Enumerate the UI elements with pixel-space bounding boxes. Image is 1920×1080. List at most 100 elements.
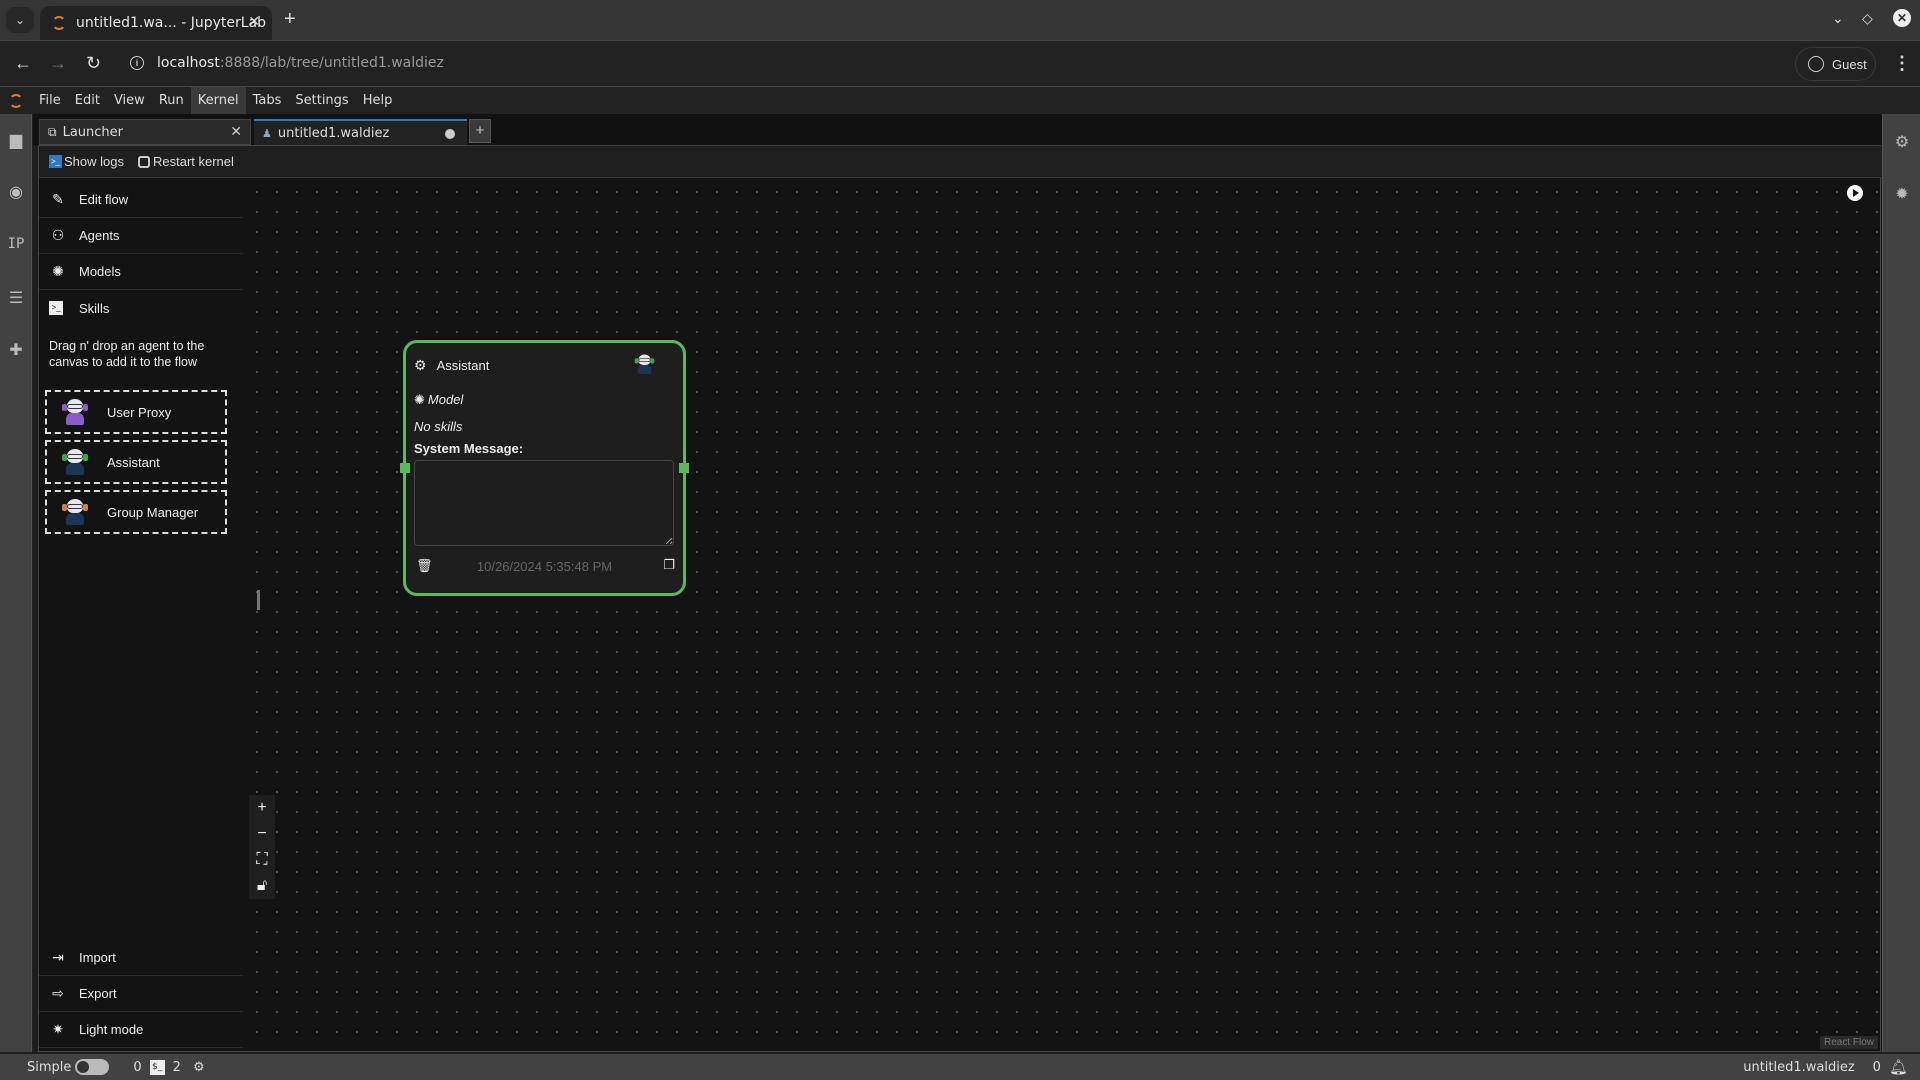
editor-toolbar: >_ Show logs Restart kernel <box>39 146 1882 178</box>
settings-gears-icon[interactable]: ⚙ <box>1883 132 1920 152</box>
node-header: ⚙ Assistant <box>414 357 489 374</box>
fit-view-button[interactable]: ⛶ <box>249 847 275 873</box>
sidebar-item-label: Light mode <box>79 1022 144 1037</box>
add-tab-button[interactable]: + <box>469 119 491 143</box>
agent-label: Group Manager <box>107 504 199 520</box>
menu-file[interactable]: File <box>32 87 68 115</box>
show-logs-button[interactable]: >_ Show logs <box>49 154 124 169</box>
drag-hint-text: Drag n' drop an agent to the canvas to a… <box>49 339 205 369</box>
sidebar-item-export[interactable]: ⇨ Export <box>39 976 243 1012</box>
edit-icon: ✎ <box>52 191 64 207</box>
sidebar-item-label: Models <box>79 264 121 279</box>
openai-icon: ✺ <box>52 263 64 279</box>
run-flow-button[interactable] <box>1847 185 1863 201</box>
restart-kernel-button[interactable]: Restart kernel <box>137 154 234 169</box>
zoom-out-button[interactable]: − <box>249 821 275 847</box>
export-icon: ⇨ <box>52 985 64 1001</box>
tab-launcher[interactable]: ⧉ Launcher ✕ <box>39 119 251 145</box>
minimize-button[interactable]: ⌄ <box>1832 10 1844 27</box>
flow-canvas[interactable]: ⚙ Assistant ✺ Model No skills System Mess… <box>243 178 1880 1051</box>
sun-icon: ✷ <box>52 1021 64 1037</box>
close-tab-icon[interactable]: ✕ <box>248 14 260 30</box>
dock-tabbar: ⧉ Launcher ✕ ♟ untitled1.waldiez + <box>33 114 1882 145</box>
bell-icon[interactable]: 🔔︎ <box>1889 1058 1908 1076</box>
url-path: :8888/lab/tree/untitled1.waldiez <box>219 55 444 71</box>
node-source-handle[interactable] <box>679 463 689 473</box>
sidebar-item-label: Agents <box>79 228 120 243</box>
canvas-controls: + − ⛶ 🔓︎ <box>249 795 275 899</box>
system-message-label: System Message: <box>414 441 524 456</box>
menu-help[interactable]: Help <box>356 87 400 115</box>
debugger-bug-icon[interactable]: ✹ <box>1883 184 1920 204</box>
status-bar: Simple 0 $_ 2 ⚙ untitled1.waldiez 0 🔔︎ <box>0 1054 1920 1080</box>
resize-handle[interactable] <box>257 590 260 610</box>
kernel-count[interactable]: 0 <box>133 1060 141 1075</box>
menu-settings[interactable]: Settings <box>288 87 355 115</box>
sidebar-item-agents[interactable]: ⚇ Agents <box>39 218 243 254</box>
node-skills: No skills <box>414 419 463 434</box>
maximize-button[interactable]: ◇ <box>1862 10 1873 27</box>
menu-tabs[interactable]: Tabs <box>246 87 289 115</box>
sidebar-item-skills[interactable]: >_ Skills <box>39 290 243 326</box>
agent-label: User Proxy <box>107 404 172 420</box>
profile-button[interactable]: Guest <box>1795 47 1876 81</box>
table-of-contents-icon[interactable]: ☰ <box>0 288 32 308</box>
node-model: ✺ Model <box>414 392 463 408</box>
browser-menu-button[interactable]: ⋮ <box>1893 53 1911 74</box>
site-info-icon[interactable]: i <box>130 56 144 70</box>
forward-button[interactable]: → <box>49 53 67 74</box>
address-bar: ← → ↻ i localhost:8888/lab/tree/untitled… <box>0 40 1920 86</box>
launcher-icon: ⧉ <box>48 124 57 139</box>
react-flow-attribution[interactable]: React Flow <box>1819 1036 1878 1049</box>
sidebar-item-light-mode[interactable]: ✷ Light mode <box>39 1012 243 1048</box>
folder-icon[interactable]: ▆ <box>0 130 32 150</box>
sidebar-item-import[interactable]: ⇥ Import <box>39 940 243 976</box>
restart-kernel-label: Restart kernel <box>152 154 234 169</box>
sidebar-item-models[interactable]: ✺ Models <box>39 254 243 290</box>
chevron-down-icon: ⌄ <box>14 13 26 27</box>
unsaved-indicator-icon[interactable] <box>445 129 455 139</box>
close-tab-icon[interactable]: ✕ <box>230 124 242 140</box>
zoom-in-button[interactable]: + <box>249 795 275 821</box>
draggable-agent-group-manager[interactable]: Group Manager <box>45 490 227 534</box>
menu-edit[interactable]: Edit <box>68 87 107 115</box>
url-field[interactable]: localhost:8888/lab/tree/untitled1.waldie… <box>157 55 444 71</box>
copy-node-icon[interactable]: ❐ <box>663 557 675 573</box>
menu-kernel[interactable]: Kernel <box>190 86 246 115</box>
tab-waldiez-file[interactable]: ♟ untitled1.waldiez <box>254 119 467 145</box>
loading-icon <box>52 16 66 30</box>
browser-tab-title: untitled1.wa... - JupyterLab <box>76 15 266 31</box>
back-button[interactable]: ← <box>14 53 32 74</box>
browser-tab[interactable]: untitled1.wa... - JupyterLab ✕ <box>40 6 272 40</box>
node-target-handle[interactable] <box>400 463 410 473</box>
notification-count: 0 <box>1872 1059 1881 1075</box>
delete-node-icon[interactable]: 🗑 <box>416 558 433 574</box>
new-tab-button[interactable]: + <box>284 8 296 31</box>
system-message-input[interactable] <box>414 460 674 546</box>
tab-search-button[interactable]: ⌄ <box>6 7 34 33</box>
sidebar-item-label: Import <box>79 950 116 965</box>
agent-node-assistant[interactable]: ⚙ Assistant ✺ Model No skills System Mess… <box>400 340 689 596</box>
property-inspector-icon[interactable]: IP <box>0 236 32 252</box>
reload-button[interactable]: ↻ <box>86 53 101 74</box>
menu-view[interactable]: View <box>107 87 152 115</box>
sidebar-item-edit-flow[interactable]: ✎ Edit flow <box>39 182 243 218</box>
extensions-puzzle-icon[interactable]: ✚ <box>0 340 32 360</box>
draggable-agent-user-proxy[interactable]: User Proxy <box>45 390 227 434</box>
sidebar-item-label: Edit flow <box>79 192 129 207</box>
browser-tabstrip: ⌄ untitled1.wa... - JupyterLab ✕ + ⌄ ◇ ✕ <box>0 0 1920 40</box>
draggable-agent-assistant[interactable]: Assistant <box>45 440 227 484</box>
menu-run[interactable]: Run <box>152 87 191 115</box>
lock-toggle-button[interactable]: 🔓︎ <box>249 873 275 899</box>
chip-icon <box>137 155 150 168</box>
url-host: localhost <box>157 55 220 71</box>
waldiez-icon: ♟ <box>262 126 272 140</box>
running-stop-icon[interactable]: ◉ <box>0 182 32 202</box>
terminal-count[interactable]: 2 <box>173 1060 181 1075</box>
simple-mode-toggle[interactable] <box>75 1059 110 1075</box>
agent-label: Assistant <box>107 454 160 470</box>
window-close-button[interactable]: ✕ <box>1893 9 1911 27</box>
node-title: Assistant <box>436 358 490 373</box>
chip-icon[interactable]: ⚙ <box>193 1060 205 1075</box>
gear-icon[interactable]: ⚙ <box>414 357 427 374</box>
